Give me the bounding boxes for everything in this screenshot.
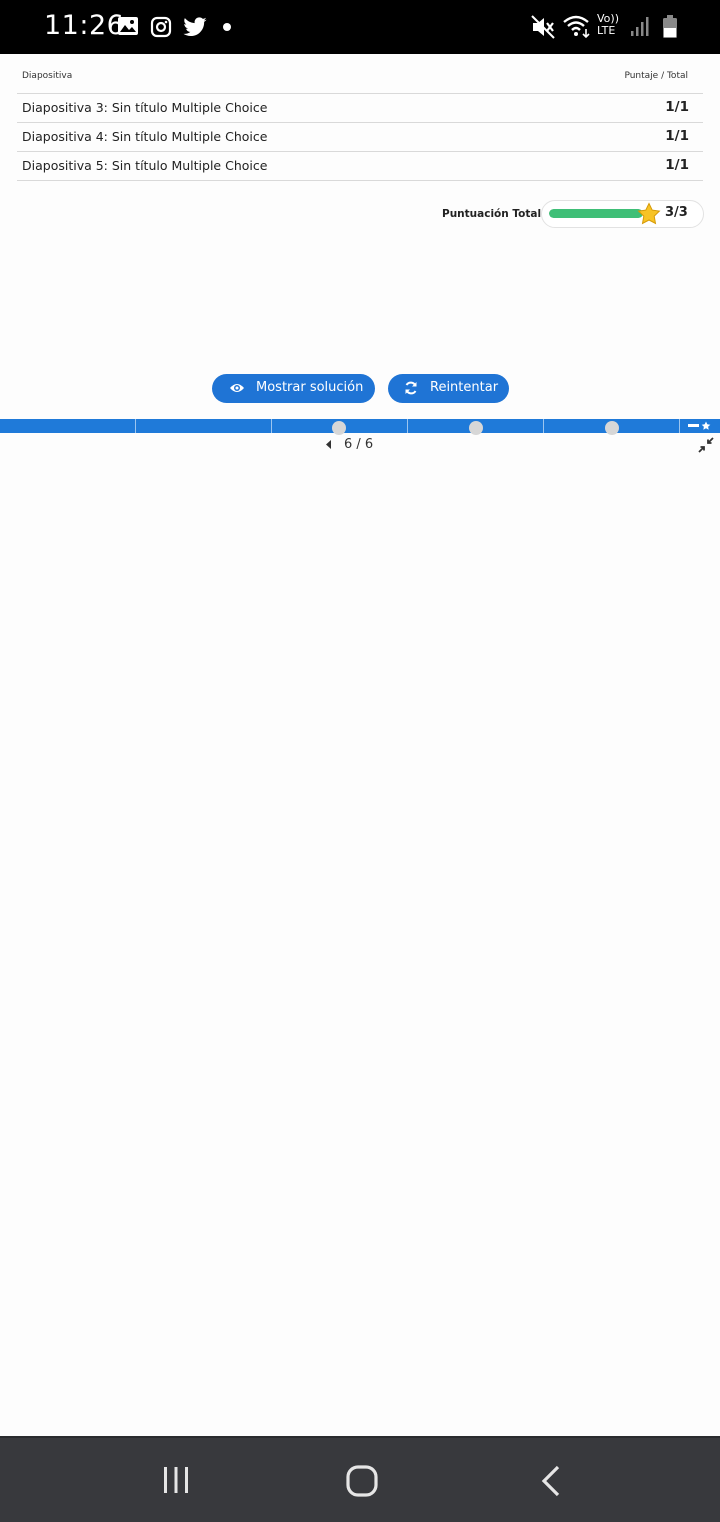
row-score: 1/1 <box>665 157 689 173</box>
back-icon[interactable] <box>538 1464 564 1498</box>
total-score-meter: 3/3 <box>541 200 704 228</box>
table-row: Diapositiva 5: Sin título Multiple Choic… <box>17 152 703 181</box>
row-title: Diapositiva 5: Sin título Multiple Choic… <box>22 158 268 173</box>
progress-divider <box>271 419 272 433</box>
row-title: Diapositiva 3: Sin título Multiple Choic… <box>22 100 268 115</box>
progress-divider <box>543 419 544 433</box>
slide-3-marker[interactable] <box>332 421 346 435</box>
retry-button[interactable]: Reintentar <box>388 374 509 403</box>
row-title: Diapositiva 4: Sin título Multiple Choic… <box>22 129 268 144</box>
gallery-icon <box>118 17 138 35</box>
slide-progress-bar[interactable] <box>0 419 720 435</box>
home-icon[interactable] <box>345 1464 381 1500</box>
table-header: Diapositiva Puntaje / Total <box>17 62 703 94</box>
battery-icon <box>663 15 677 38</box>
table-row: Diapositiva 3: Sin título Multiple Choic… <box>17 94 703 123</box>
progress-divider <box>135 419 136 433</box>
show-solution-button[interactable]: Mostrar solución <box>212 374 375 403</box>
wifi-icon <box>563 15 590 38</box>
slide-4-marker[interactable] <box>469 421 483 435</box>
refresh-icon <box>405 381 417 395</box>
header-score: Puntaje / Total <box>624 71 688 81</box>
header-slide: Diapositiva <box>22 71 73 81</box>
total-progress-fill <box>549 209 643 218</box>
prev-slide-icon[interactable] <box>326 440 332 449</box>
volte-icon: Vo)) LTE <box>597 12 619 37</box>
status-time: 11:26 <box>44 10 125 41</box>
retry-label: Reintentar <box>430 380 499 395</box>
android-nav-bar <box>0 1436 720 1522</box>
recent-apps-icon[interactable] <box>160 1464 192 1496</box>
dot-icon <box>223 23 231 31</box>
row-score: 1/1 <box>665 128 689 144</box>
twitter-icon <box>183 17 207 37</box>
mute-icon <box>531 15 555 39</box>
total-score-label: Puntuación Total <box>442 208 542 220</box>
row-score: 1/1 <box>665 99 689 115</box>
progress-divider <box>407 419 408 433</box>
star-icon <box>637 202 661 225</box>
summary-star-icon[interactable] <box>687 421 713 431</box>
signal-icon <box>631 17 649 36</box>
instagram-icon <box>150 16 172 38</box>
table-row: Diapositiva 4: Sin título Multiple Choic… <box>17 123 703 152</box>
eye-icon <box>230 384 244 392</box>
total-progress-track <box>549 209 643 218</box>
show-solution-label: Mostrar solución <box>256 380 364 395</box>
status-bar: 11:26 Vo)) LTE <box>0 0 720 54</box>
progress-divider <box>679 419 680 433</box>
slide-5-marker[interactable] <box>605 421 619 435</box>
total-score-value: 3/3 <box>665 205 688 220</box>
exit-fullscreen-icon[interactable] <box>698 437 714 453</box>
slide-counter: 6 / 6 <box>344 437 374 452</box>
results-table: Diapositiva Puntaje / Total Diapositiva … <box>17 62 703 181</box>
